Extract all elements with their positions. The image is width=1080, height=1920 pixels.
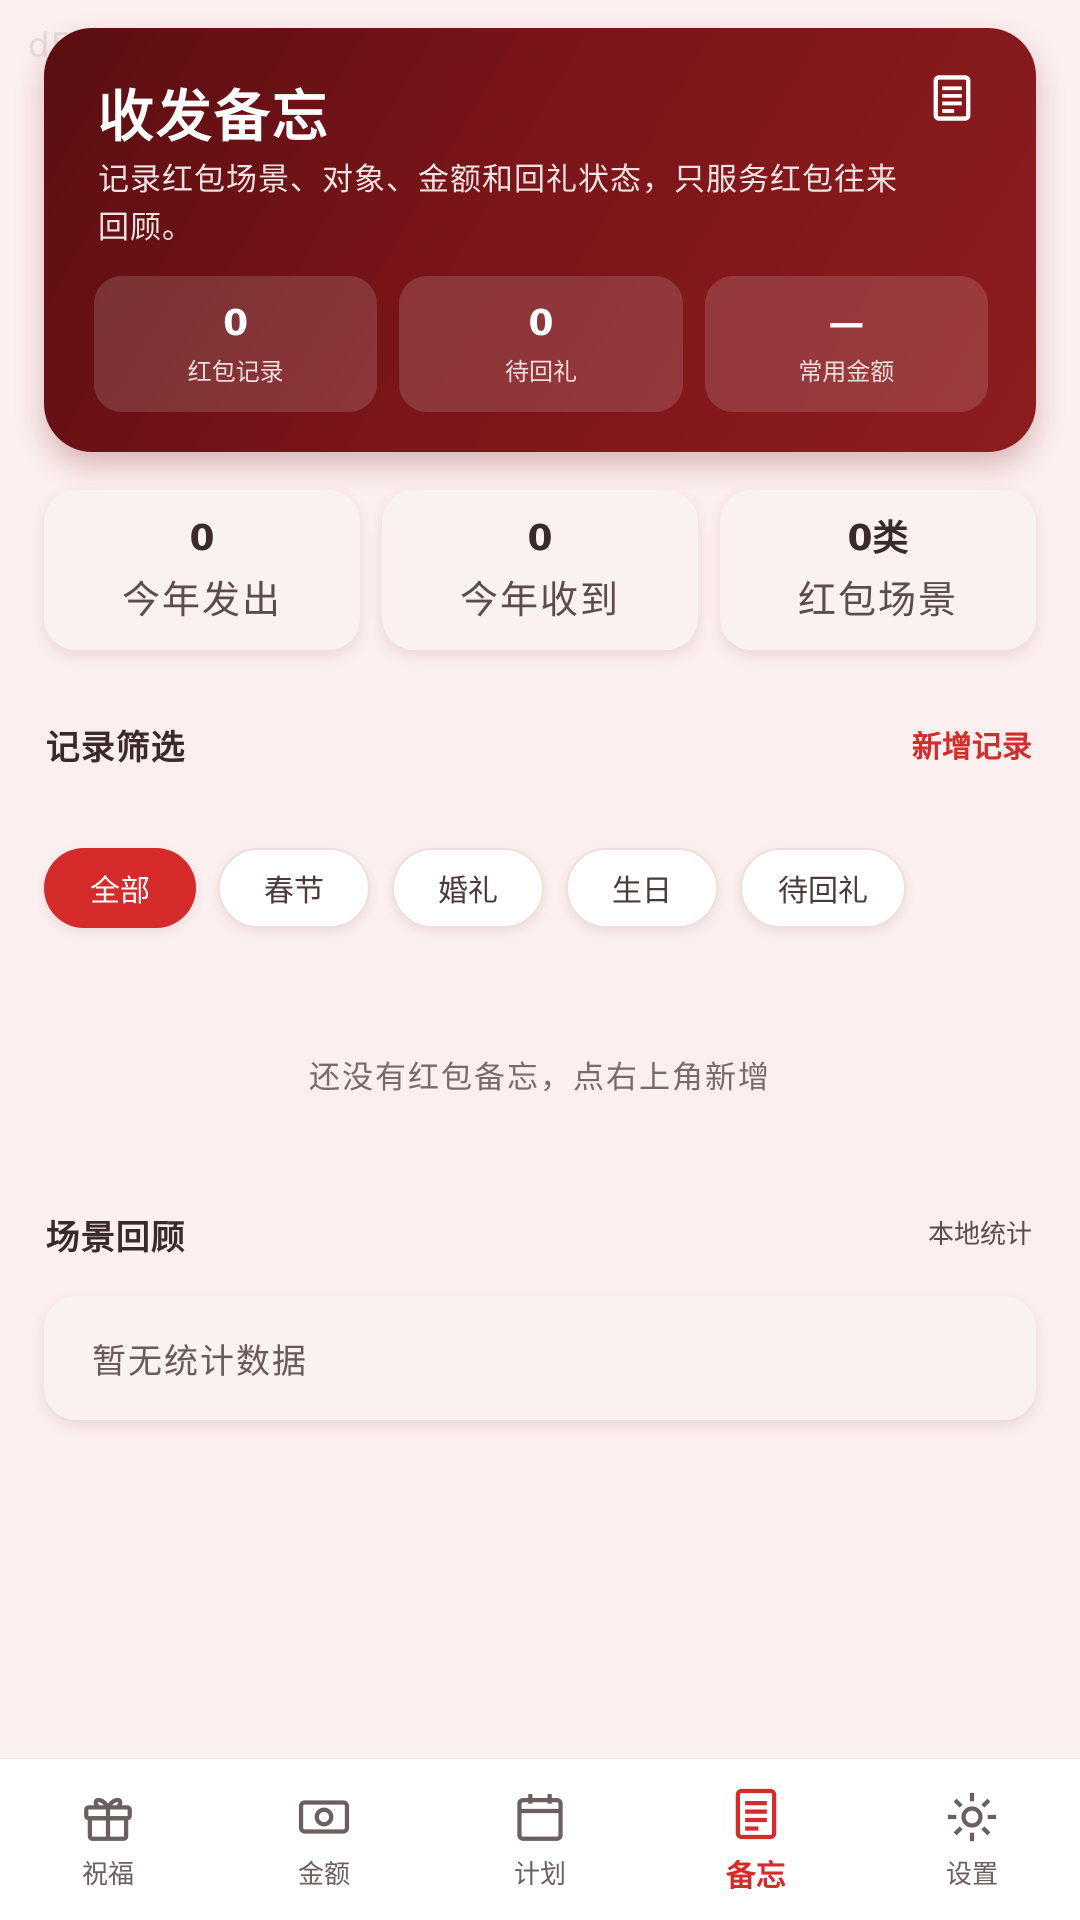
nav-label: 计划 (513, 1860, 566, 1890)
summary-label: 红包场景 (797, 577, 958, 622)
review-section-title: 场景回顾 (46, 1218, 186, 1258)
hero-title: 收发备忘 (98, 85, 330, 150)
summary-label: 今年收到 (459, 577, 620, 622)
chip-all[interactable]: 全部 (44, 848, 196, 928)
summary-value: 0 (527, 517, 553, 559)
nav-label: 金额 (297, 1860, 350, 1890)
hero-stat-common-amount: — 常用金额 (704, 276, 988, 412)
filter-chips: 全部 春节 婚礼 生日 待回礼 (44, 848, 906, 928)
gear-icon (947, 1792, 997, 1842)
empty-records-message: 还没有红包备忘，点右上角新增 (309, 1060, 771, 1096)
chip-birthday[interactable]: 生日 (566, 848, 718, 928)
filter-section-title: 记录筛选 (46, 728, 186, 768)
summary-row: 0 今年发出 0 今年收到 0类 红包场景 (44, 490, 1036, 650)
hero-stat-pending-return: 0 待回礼 (399, 276, 683, 412)
hero-stat-value: — (828, 302, 865, 344)
nav-label: 备忘 (726, 1858, 786, 1894)
hero-description: 记录红包场景、对象、金额和回礼状态，只服务红包往来回顾。 (98, 162, 898, 246)
chip-wedding[interactable]: 婚礼 (392, 848, 544, 928)
nav-label: 设置 (945, 1860, 998, 1890)
hero-stat-value: 0 (223, 302, 249, 344)
calendar-icon (517, 1794, 563, 1841)
summary-received-this-year: 0 今年收到 (382, 490, 698, 650)
summary-scenes: 0类 红包场景 (720, 490, 1036, 650)
nav-item-plan[interactable]: 计划 (432, 1759, 648, 1920)
summary-sent-this-year: 0 今年发出 (44, 490, 360, 650)
summary-label: 今年发出 (121, 577, 282, 622)
nav-item-blessing[interactable]: 祝福 (0, 1759, 216, 1920)
summary-value: 0 (189, 517, 215, 559)
document-icon[interactable] (926, 72, 978, 124)
gift-icon (84, 1797, 132, 1841)
bottom-nav: 祝福 金额 计划 备忘 设置 (0, 1758, 1080, 1920)
nav-item-amount[interactable]: 金额 (216, 1759, 432, 1920)
hero-stat-label: 待回礼 (504, 357, 577, 386)
stats-empty-card: 暂无统计数据 (44, 1296, 1036, 1420)
chip-spring-festival[interactable]: 春节 (218, 848, 370, 928)
stats-empty-text: 暂无统计数据 (92, 1341, 308, 1382)
hero-stat-value: 0 (528, 302, 554, 344)
nav-item-settings[interactable]: 设置 (864, 1759, 1080, 1920)
nav-label: 祝福 (81, 1860, 134, 1890)
money-icon (298, 1800, 350, 1834)
hero-stat-label: 红包记录 (187, 357, 284, 386)
hero-stat-label: 常用金额 (798, 357, 895, 386)
add-record-button[interactable]: 新增记录 (912, 722, 1032, 766)
nav-item-memo[interactable]: 备忘 (648, 1759, 864, 1920)
hero-stats: 0 红包记录 0 待回礼 — 常用金额 (94, 276, 988, 412)
local-stats-label: 本地统计 (927, 1220, 1032, 1250)
hero-card: 收发备忘 记录红包场景、对象、金额和回礼状态，只服务红包往来回顾。 0 红包记录… (44, 28, 1036, 452)
memo-icon (735, 1788, 777, 1839)
hero-stat-records: 0 红包记录 (94, 276, 378, 412)
summary-value: 0类 (847, 517, 909, 559)
chip-pending-return[interactable]: 待回礼 (740, 848, 906, 928)
